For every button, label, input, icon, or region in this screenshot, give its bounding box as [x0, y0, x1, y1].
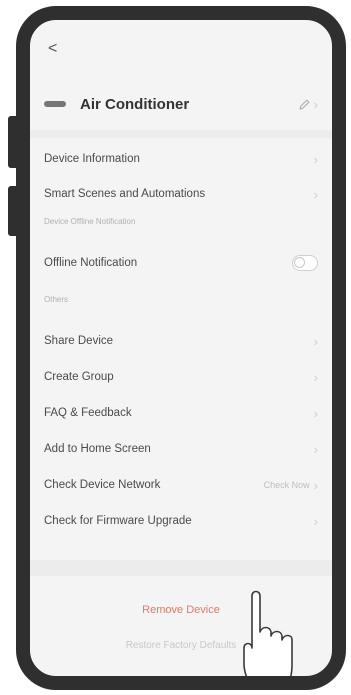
share-device-row[interactable]: Share Device ›: [44, 324, 318, 358]
firmware-upgrade-label: Check for Firmware Upgrade: [44, 515, 192, 527]
section-header-offline: Device Offline Notification: [44, 216, 136, 226]
smart-scenes-row[interactable]: Smart Scenes and Automations ›: [44, 177, 318, 211]
air-conditioner-icon: [44, 101, 66, 107]
chevron-right-icon: ›: [313, 405, 318, 421]
device-name: Air Conditioner: [80, 95, 190, 113]
section-header-others: Others: [44, 294, 69, 304]
device-information-row[interactable]: Device Information ›: [44, 142, 318, 176]
check-network-label: Check Device Network: [44, 479, 161, 491]
check-now-link[interactable]: Check Now: [264, 480, 310, 490]
chevron-right-icon: ›: [313, 333, 318, 349]
faq-feedback-row[interactable]: FAQ & Feedback ›: [44, 396, 318, 430]
chevron-right-icon: ›: [313, 151, 318, 167]
pointing-hand-icon: [243, 590, 293, 676]
chevron-right-icon: ›: [313, 441, 318, 457]
chevron-right-icon: ›: [313, 513, 318, 529]
pencil-icon: [298, 98, 310, 110]
back-button[interactable]: <: [48, 41, 57, 57]
offline-notification-label: Offline Notification: [44, 257, 138, 269]
smart-scenes-label: Smart Scenes and Automations: [44, 188, 206, 200]
toggle-knob: [294, 257, 305, 268]
create-group-row[interactable]: Create Group ›: [44, 360, 318, 394]
phone-side-button-top: [8, 116, 16, 168]
back-icon: <: [48, 40, 58, 57]
add-home-screen-row[interactable]: Add to Home Screen ›: [44, 432, 318, 466]
chevron-right-icon: ›: [313, 369, 318, 385]
chevron-right-icon: ›: [313, 477, 318, 493]
phone-side-button-bottom: [8, 186, 16, 236]
device-header: Air Conditioner ›: [44, 84, 318, 124]
section-divider: [30, 130, 332, 138]
share-device-label: Share Device: [44, 335, 114, 347]
faq-feedback-label: FAQ & Feedback: [44, 407, 132, 419]
settings-screen: < Air Conditioner › Device Information ›…: [30, 20, 332, 676]
section-divider: [30, 560, 332, 576]
firmware-upgrade-row[interactable]: Check for Firmware Upgrade ›: [44, 504, 318, 538]
edit-name-button[interactable]: ›: [298, 96, 318, 112]
check-network-row[interactable]: Check Device Network Check Now ›: [44, 468, 318, 502]
offline-notification-row: Offline Notification: [44, 246, 318, 280]
chevron-right-icon: ›: [313, 96, 318, 112]
chevron-right-icon: ›: [313, 186, 318, 202]
offline-notification-toggle[interactable]: [292, 255, 318, 271]
add-home-screen-label: Add to Home Screen: [44, 443, 151, 455]
device-information-label: Device Information: [44, 153, 140, 165]
phone-frame: < Air Conditioner › Device Information ›…: [16, 6, 346, 690]
create-group-label: Create Group: [44, 371, 114, 383]
